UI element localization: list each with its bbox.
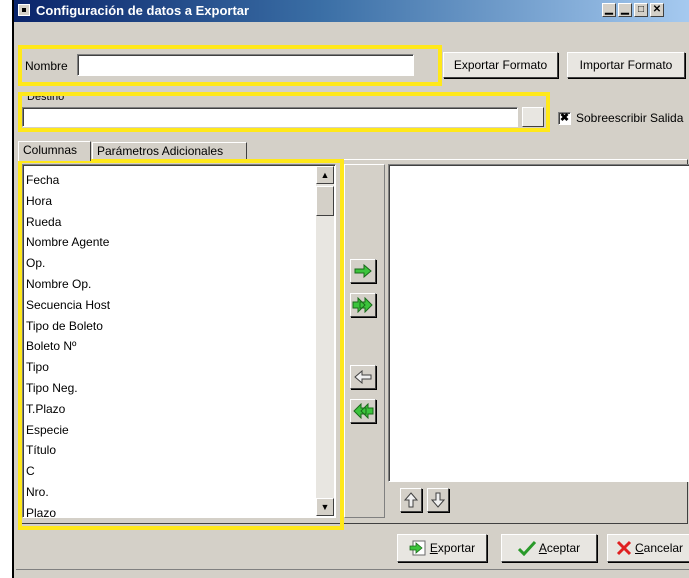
- move-all-right-button[interactable]: [350, 293, 376, 317]
- scroll-thumb[interactable]: [316, 186, 334, 216]
- list-item[interactable]: T.Plazo: [23, 399, 315, 420]
- exportar-rest: xportar: [437, 541, 476, 555]
- checkbox-mark: ✖: [559, 112, 570, 124]
- tab-parametros-label: Parámetros Adicionales: [97, 144, 224, 158]
- move-all-left-button[interactable]: [350, 399, 376, 423]
- arrow-right-icon: [354, 264, 372, 278]
- tab-columnas-label: Columnas: [23, 143, 78, 157]
- nombre-input[interactable]: [77, 54, 414, 76]
- list-item[interactable]: C: [23, 461, 315, 482]
- list-item[interactable]: Hora: [23, 191, 315, 212]
- arrow-up-icon: [404, 492, 418, 508]
- move-left-button[interactable]: [350, 365, 376, 389]
- selected-columns-list[interactable]: [388, 164, 689, 482]
- exportar-formato-label: Exportar Formato: [453, 58, 548, 72]
- cancelar-button[interactable]: Cancelar: [607, 534, 689, 562]
- aceptar-button[interactable]: Aceptar: [501, 534, 597, 562]
- sobreescribir-checkbox[interactable]: ✖: [558, 112, 571, 125]
- available-columns-list[interactable]: Fecha Hora Rueda Nombre Agente Op. Nombre Op.…: [22, 164, 336, 518]
- minimize-icon[interactable]: ▁: [602, 3, 616, 17]
- sobreescribir-label: Sobreescribir Salida: [576, 111, 684, 125]
- move-up-button[interactable]: [400, 488, 422, 512]
- list-item[interactable]: Boleto Nº: [23, 336, 315, 357]
- destino-input[interactable]: [22, 107, 518, 127]
- cancel-x-icon: [616, 540, 632, 556]
- scroll-down-icon[interactable]: ▼: [316, 498, 334, 516]
- arrow-left-icon: [354, 370, 372, 384]
- list-item[interactable]: Tipo Neg.: [23, 378, 315, 399]
- importar-formato-label: Importar Formato: [579, 58, 673, 72]
- tab-columnas[interactable]: Columnas: [18, 141, 91, 161]
- double-arrow-left-icon: [353, 403, 374, 419]
- transfer-strip: [344, 164, 385, 518]
- title-bar[interactable]: Configuración de datos a Exportar ▁ ▁ □ …: [14, 0, 689, 22]
- scroll-up-icon[interactable]: ▲: [316, 166, 334, 184]
- list-item[interactable]: Fecha: [23, 170, 315, 191]
- available-items: Fecha Hora Rueda Nombre Agente Op. Nombre Op.…: [23, 170, 315, 517]
- list-item[interactable]: Nro.: [23, 482, 315, 503]
- maximize-icon[interactable]: ▁: [618, 3, 632, 17]
- cancelar-mnemonic: C: [635, 541, 644, 555]
- list-item[interactable]: Op.: [23, 253, 315, 274]
- list-item[interactable]: Título: [23, 440, 315, 461]
- exportar-mnemonic: E: [429, 541, 438, 555]
- aceptar-rest: ceptar: [546, 541, 581, 555]
- destino-label: Destino: [27, 91, 65, 103]
- arrow-down-icon: [431, 492, 445, 508]
- list-item[interactable]: Nombre Op.: [23, 274, 315, 295]
- nombre-label: Nombre: [25, 59, 68, 73]
- exportar-button[interactable]: Exportar: [397, 534, 487, 562]
- checkmark-icon: [517, 540, 536, 556]
- list-item[interactable]: Plazo: [23, 503, 315, 517]
- close-icon[interactable]: ✕: [650, 3, 664, 17]
- exportar-label: Exportar: [430, 541, 475, 555]
- aceptar-label: Aceptar: [539, 541, 580, 555]
- double-arrow-right-icon: [352, 297, 373, 313]
- cancelar-rest: ancelar: [643, 541, 684, 555]
- exportar-formato-button[interactable]: Exportar Formato: [443, 52, 558, 78]
- move-down-button[interactable]: [427, 488, 449, 512]
- tab-parametros-adicionales[interactable]: Parámetros Adicionales: [92, 142, 247, 160]
- move-right-button[interactable]: [350, 259, 376, 283]
- importar-formato-button[interactable]: Importar Formato: [567, 52, 685, 78]
- available-scrollbar[interactable]: ▲ ▼: [316, 166, 334, 516]
- list-item[interactable]: Secuencia Host: [23, 295, 315, 316]
- destino-browse-button[interactable]: [522, 107, 544, 127]
- export-icon: [409, 540, 426, 556]
- cancelar-label: Cancelar: [635, 541, 683, 555]
- aceptar-mnemonic: A: [538, 541, 547, 555]
- status-bar: [16, 569, 689, 577]
- system-menu-icon[interactable]: [18, 4, 30, 16]
- window-title: Configuración de datos a Exportar: [36, 3, 250, 18]
- list-item[interactable]: Rueda: [23, 212, 315, 233]
- export-config-window: Configuración de datos a Exportar ▁ ▁ □ …: [12, 0, 689, 578]
- restore-icon[interactable]: □: [634, 3, 648, 17]
- list-item[interactable]: Nombre Agente: [23, 232, 315, 253]
- list-item[interactable]: Tipo: [23, 357, 315, 378]
- list-item[interactable]: Especie: [23, 420, 315, 441]
- list-item[interactable]: Tipo de Boleto: [23, 316, 315, 337]
